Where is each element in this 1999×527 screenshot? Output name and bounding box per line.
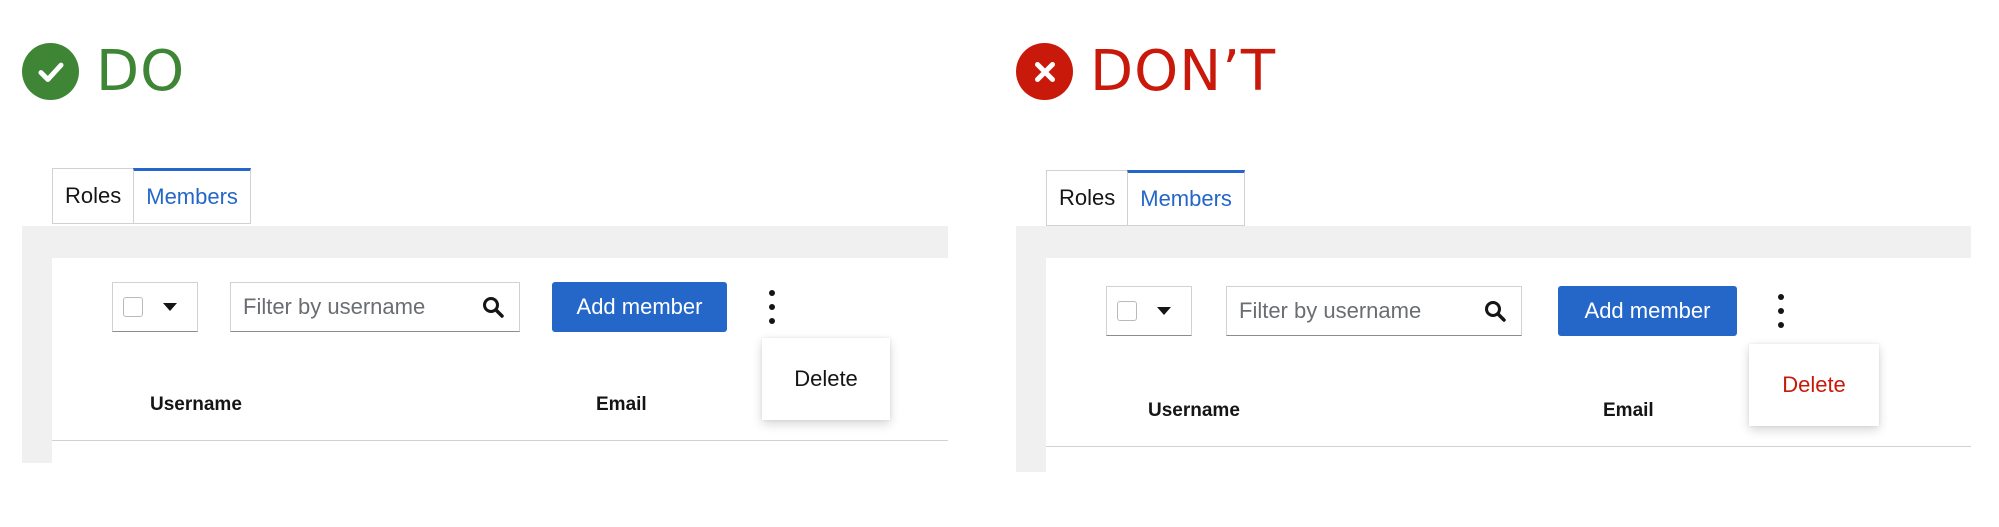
column-header-email[interactable]: Email	[1603, 400, 1654, 422]
table-divider	[52, 440, 948, 441]
search-icon[interactable]	[1483, 299, 1507, 323]
tabs: Roles Members	[1046, 170, 1245, 226]
search-input[interactable]: Filter by username	[1226, 286, 1522, 336]
table-divider	[1046, 446, 1971, 447]
members-card: Filter by username Add member Delete Use…	[52, 258, 948, 463]
members-card: Filter by username Add member Delete Use…	[1046, 258, 1971, 472]
do-mockup: Roles Members Filter by username Add mem…	[22, 138, 948, 463]
caret-down-icon[interactable]	[1157, 307, 1171, 315]
select-all-checkbox[interactable]	[123, 297, 143, 317]
caret-down-icon[interactable]	[163, 303, 177, 311]
column-header-email[interactable]: Email	[596, 394, 647, 416]
search-input[interactable]: Filter by username	[230, 282, 520, 332]
do-example: DO Roles Members Filter by username Add …	[0, 0, 960, 527]
tabs: Roles Members	[52, 168, 251, 224]
search-placeholder: Filter by username	[243, 294, 426, 319]
bulk-select[interactable]	[112, 282, 198, 332]
search-icon[interactable]	[481, 295, 505, 319]
column-header-username[interactable]: Username	[150, 394, 242, 416]
add-member-button[interactable]: Add member	[552, 282, 727, 332]
tab-members[interactable]: Members	[1127, 170, 1245, 226]
kebab-icon[interactable]	[762, 290, 782, 324]
tab-roles[interactable]: Roles	[52, 168, 134, 224]
select-all-checkbox[interactable]	[1117, 301, 1137, 321]
times-circle-icon	[1016, 43, 1073, 100]
tab-bar: Roles Members	[22, 138, 948, 226]
dont-label: DON’T	[1090, 38, 1277, 104]
tab-roles[interactable]: Roles	[1046, 170, 1128, 226]
tab-members[interactable]: Members	[133, 168, 251, 224]
kebab-icon[interactable]	[1771, 294, 1791, 328]
dont-heading: DON’T	[1016, 43, 1276, 100]
delete-menu-item[interactable]: Delete	[1749, 344, 1879, 426]
do-heading: DO	[22, 43, 185, 100]
column-header-username[interactable]: Username	[1148, 400, 1240, 422]
dont-example: DON’T Roles Members Filter by username A…	[1010, 0, 1999, 527]
delete-menu-item[interactable]: Delete	[762, 338, 890, 420]
bulk-select[interactable]	[1106, 286, 1192, 336]
add-member-button[interactable]: Add member	[1558, 286, 1737, 336]
do-label: DO	[96, 38, 186, 104]
search-placeholder: Filter by username	[1239, 298, 1422, 323]
dont-mockup: Roles Members Filter by username Add mem…	[1016, 138, 1971, 472]
check-circle-icon	[22, 43, 79, 100]
tab-bar: Roles Members	[1016, 138, 1971, 226]
